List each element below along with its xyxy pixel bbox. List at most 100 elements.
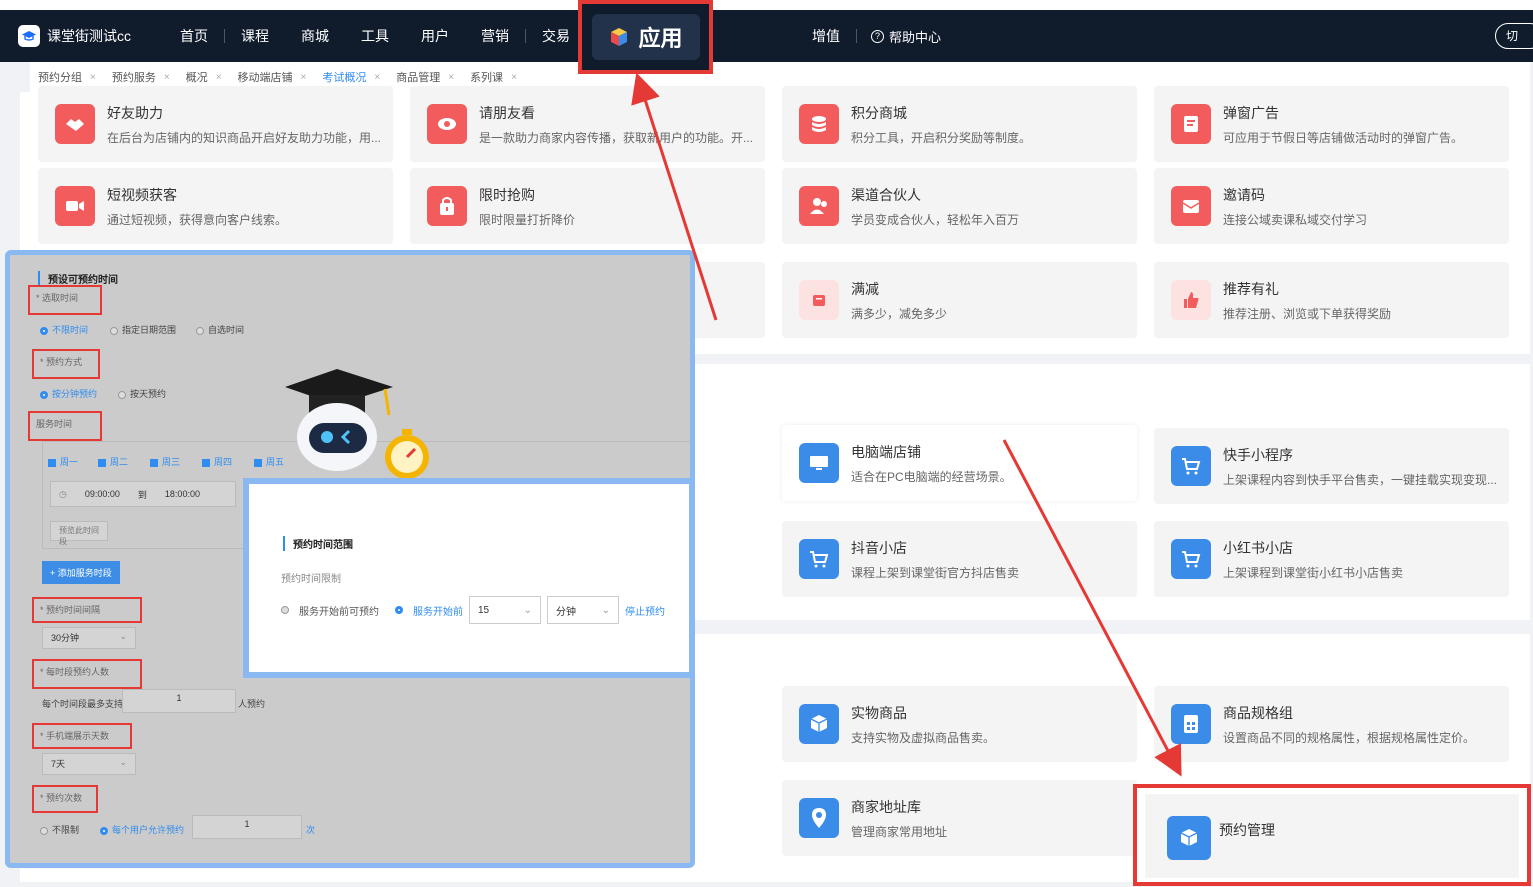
times-input[interactable]: 1	[192, 815, 302, 839]
card-title: 电脑端店铺	[851, 443, 921, 460]
location-pin-icon	[799, 798, 839, 838]
apply-nav-highlight: 应用	[578, 0, 713, 74]
nav-item-apply[interactable]: 应用	[591, 14, 700, 60]
nav-item-trade[interactable]: 交易	[526, 26, 586, 46]
tab-label: 移动端店铺	[237, 72, 293, 84]
app-card-spec-group[interactable]: 商品规格组 设置商品不同的规格属性，根据规格属性定价。	[1154, 686, 1509, 762]
close-icon[interactable]: ×	[90, 72, 96, 83]
service-time-range-picker[interactable]: ◷ 09:00:00 到 18:00:00	[50, 481, 236, 507]
brand[interactable]: 课堂街测试cc	[18, 25, 158, 47]
top-navigation: 课堂街测试cc 首页 课程 商城 工具 用户 营销 交易 数据 增值 ? 帮助中…	[0, 10, 1533, 62]
app-card-points-mall[interactable]: 积分商城 积分工具，开启积分奖励等制度。	[782, 86, 1137, 162]
box-icon	[1167, 816, 1211, 860]
mobile-days-select[interactable]: 7天 ⌄	[42, 753, 136, 775]
close-icon[interactable]: ×	[374, 72, 380, 83]
nav-item-mall[interactable]: 商城	[285, 26, 345, 46]
tab-product-management[interactable]: 商品管理 ×	[388, 69, 462, 85]
times-option-per-user[interactable]: 每个用户允许预约	[100, 823, 184, 836]
time-option-date-range[interactable]: 指定日期范围	[110, 323, 176, 336]
mode-option-day[interactable]: 按天预约	[118, 387, 166, 400]
app-card-xiaohongshu-shop[interactable]: 小红书小店 上架课程到课堂街小红书小店售卖	[1154, 521, 1509, 597]
time-option-unlimited[interactable]: 不限时间	[40, 323, 88, 336]
option-before-start[interactable]: 服务开始前可预约	[299, 603, 379, 618]
close-icon[interactable]: ×	[301, 72, 307, 83]
mobile-days-value: 7天	[51, 759, 66, 769]
tab-label: 预约服务	[111, 72, 156, 84]
app-card-referral-reward[interactable]: 推荐有礼 推荐注册、浏览或下单获得奖励	[1154, 262, 1509, 338]
interval-select[interactable]: 30分钟 ⌄	[42, 627, 136, 649]
tab-reservation-group[interactable]: 预约分组 ×	[30, 69, 104, 85]
interval-label-box: * 预约时间间隔	[32, 597, 142, 623]
app-card-invite-friends[interactable]: 请朋友看 是一款助力商家内容传播，获取新用户的功能。开...	[410, 86, 765, 162]
app-card-discount[interactable]: 满减 满多少，减免多少	[782, 262, 1137, 338]
minutes-value: 15	[478, 604, 490, 616]
tab-series-course[interactable]: 系列课 ×	[462, 69, 525, 85]
radio-selected-icon[interactable]	[395, 606, 403, 614]
close-icon[interactable]: ×	[511, 72, 517, 83]
card-desc: 积分工具，开启积分奖励等制度。	[851, 130, 1032, 145]
nav-item-home[interactable]: 首页	[164, 26, 224, 46]
app-card-douyin-shop[interactable]: 抖音小店 课程上架到课堂街官方抖店售卖	[782, 521, 1137, 597]
preview-time-button[interactable]: 预览此时间段	[50, 521, 108, 546]
app-card-kuaishou-miniapp[interactable]: 快手小程序上架课程内容到快手平台售卖，一键挂载实现变现...	[1154, 428, 1509, 504]
close-icon[interactable]: ×	[448, 72, 454, 83]
weekday-mon[interactable]: 周一	[48, 455, 78, 468]
clock-icon: ◷	[59, 488, 67, 499]
option-before-start-limit[interactable]: 服务开始前	[413, 603, 463, 618]
graduation-cap-icon	[18, 25, 40, 47]
app-card-flash-sale[interactable]: 限时抢购 限时限量打折降价	[410, 168, 765, 244]
tab-exam-overview[interactable]: 考试概况 ×	[314, 69, 388, 85]
service-time-label: 服务时间	[36, 419, 73, 429]
per-slot-input[interactable]: 1	[122, 689, 236, 713]
option-label: 按天预约	[130, 389, 167, 399]
option-label: 每个用户允许预约	[112, 825, 185, 835]
radio-icon[interactable]	[281, 606, 289, 614]
card-title: 渠道合伙人	[851, 186, 921, 203]
app-card-invite-code[interactable]: 邀请码 连接公域卖课私域交付学习	[1154, 168, 1509, 244]
close-icon[interactable]: ×	[164, 72, 170, 83]
tab-overview[interactable]: 概况 ×	[178, 69, 230, 85]
app-card-pc-shop[interactable]: 电脑端店铺 适合在PC电脑端的经营场景。	[782, 425, 1137, 501]
service-time-label-box: 服务时间	[28, 411, 102, 441]
help-center-link[interactable]: ? 帮助中心	[857, 27, 941, 46]
times-option-unlimited[interactable]: 不限制	[40, 823, 79, 836]
switch-button[interactable]: 切	[1495, 23, 1533, 49]
card-title: 推荐有礼	[1223, 280, 1279, 297]
nav-item-users[interactable]: 用户	[405, 26, 465, 46]
card-title: 商家地址库	[851, 798, 921, 815]
popup-options-row: 服务开始前可预约 服务开始前 15 ⌄ 分钟 ⌄ 停止预约	[281, 596, 665, 624]
robot-mascot-icon	[285, 369, 429, 479]
checkbox-icon	[48, 458, 56, 467]
weekday-wed[interactable]: 周三	[150, 455, 180, 468]
close-icon[interactable]: ×	[216, 72, 222, 83]
app-card-popup-ad[interactable]: 弹窗广告 可应用于节假日等店铺做活动时的弹窗广告。	[1154, 86, 1509, 162]
nav-item-value-added[interactable]: 增值	[796, 26, 856, 46]
app-card-merchant-address[interactable]: 商家地址库 管理商家常用地址	[782, 780, 1137, 856]
time-option-custom[interactable]: 自选时间	[196, 323, 244, 336]
chevron-down-icon: ⌄	[119, 757, 127, 767]
spec-sheet-icon	[1171, 704, 1211, 744]
tab-mobile-shop[interactable]: 移动端店铺 ×	[230, 69, 315, 85]
app-card-channel-partner[interactable]: 渠道合伙人 学员变成合伙人，轻松年入百万	[782, 168, 1137, 244]
tab-reservation-service[interactable]: 预约服务 ×	[104, 69, 178, 85]
nav-item-tools[interactable]: 工具	[345, 26, 405, 46]
weekday-thu[interactable]: 周四	[202, 455, 232, 468]
time-start: 09:00:00	[84, 489, 120, 499]
wallet-icon	[799, 280, 839, 320]
card-desc: 上架课程内容到快手平台售卖，一键挂载实现变现...	[1223, 472, 1498, 487]
minutes-value-select[interactable]: 15 ⌄	[469, 596, 541, 624]
nav-item-course[interactable]: 课程	[225, 26, 285, 46]
app-card-short-video[interactable]: 短视频获客 通过短视频，获得意向客户线索。	[38, 168, 393, 244]
add-service-time-button[interactable]: + 添加服务时段	[42, 561, 120, 584]
app-card-friend-boost[interactable]: 好友助力 在后台为店铺内的知识商品开启好友助力功能，用...	[38, 86, 393, 162]
unit-select[interactable]: 分钟 ⌄	[547, 596, 619, 624]
add-service-time-label: + 添加服务时段	[50, 568, 112, 578]
app-card-reservation-management[interactable]: 预约管理	[1145, 794, 1519, 878]
app-card-physical-goods[interactable]: 实物商品 支持实物及虚拟商品售卖。	[782, 686, 1137, 762]
nav-item-marketing[interactable]: 营销	[465, 26, 525, 46]
weekday-tue[interactable]: 周二	[98, 455, 128, 468]
envelope-icon	[1171, 186, 1211, 226]
option-label: 不限制	[52, 825, 80, 835]
card-title: 快手小程序	[1223, 446, 1293, 463]
mode-option-minute[interactable]: 按分钟预约	[40, 387, 97, 400]
